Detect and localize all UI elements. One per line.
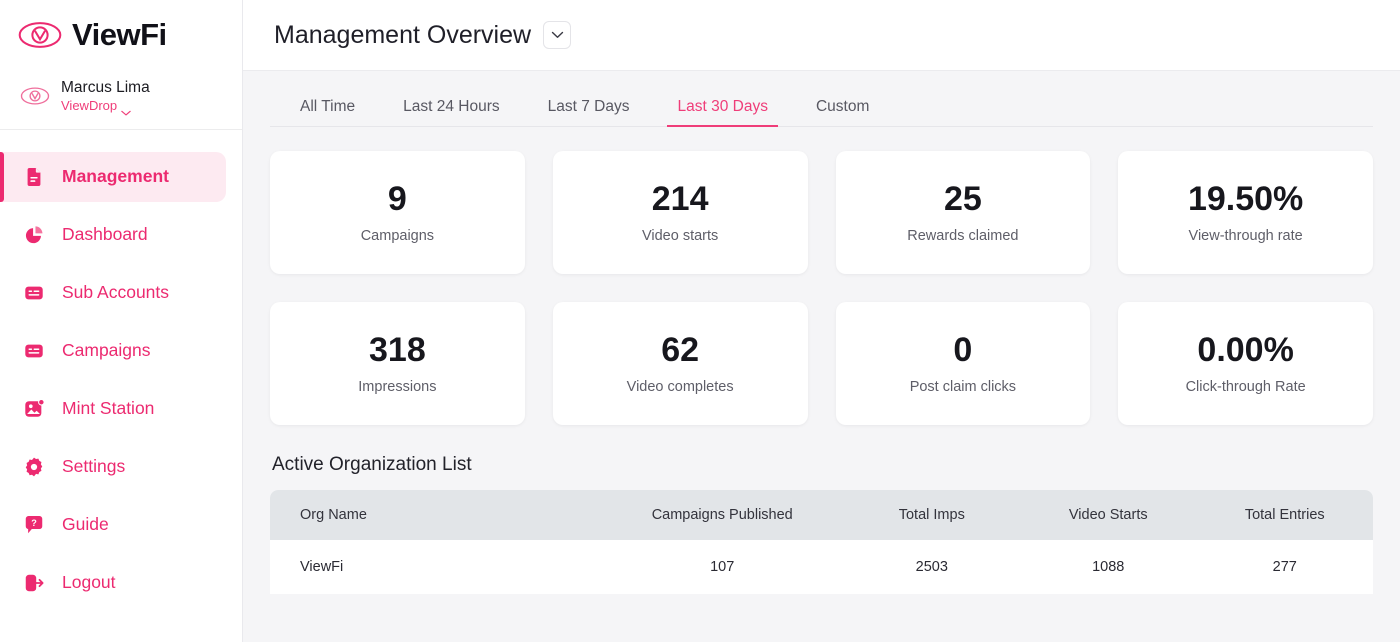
- app-root: ViewFi Marcus Lima ViewDrop: [0, 0, 1400, 642]
- user-org-label: ViewDrop: [61, 98, 117, 114]
- sidebar-nav: Management Dashboard: [0, 130, 242, 612]
- org-table-head: Org Name Campaigns Published Total Imps …: [270, 490, 1373, 540]
- metric-label: Campaigns: [361, 228, 434, 244]
- column-header-total-entries[interactable]: Total Entries: [1196, 490, 1373, 540]
- metric-card-video-completes: 62 Video completes: [553, 302, 808, 425]
- card-list-icon: [22, 281, 46, 305]
- tab-all-time[interactable]: All Time: [276, 99, 379, 127]
- org-table-wrapper: Org Name Campaigns Published Total Imps …: [270, 490, 1373, 594]
- org-table: Org Name Campaigns Published Total Imps …: [270, 490, 1373, 594]
- metric-card-video-starts: 214 Video starts: [553, 151, 808, 274]
- user-org[interactable]: ViewDrop: [61, 98, 150, 114]
- metric-label: View-through rate: [1189, 228, 1303, 244]
- section-title-active-organization-list: Active Organization List: [272, 454, 1373, 476]
- column-header-total-imps[interactable]: Total Imps: [844, 490, 1020, 540]
- metric-card-grid: 9 Campaigns 214 Video starts 25 Rewards …: [270, 151, 1373, 425]
- user-name: Marcus Lima: [61, 78, 150, 97]
- logout-icon: [22, 571, 46, 595]
- sidebar-item-label: Mint Station: [62, 398, 154, 419]
- sidebar-item-settings[interactable]: Settings: [0, 442, 226, 492]
- metric-card-post-claim-clicks: 0 Post claim clicks: [836, 302, 1091, 425]
- sidebar-item-management[interactable]: Management: [0, 152, 226, 202]
- metric-value: 318: [369, 333, 426, 367]
- metric-card-rewards-claimed: 25 Rewards claimed: [836, 151, 1091, 274]
- sidebar-item-mint-station[interactable]: Mint Station: [0, 384, 226, 434]
- gear-icon: [22, 455, 46, 479]
- metric-label: Post claim clicks: [910, 379, 1016, 395]
- svg-text:?: ?: [31, 518, 37, 528]
- pie-chart-icon: [22, 223, 46, 247]
- brand[interactable]: ViewFi: [0, 0, 242, 70]
- metric-label: Rewards claimed: [907, 228, 1018, 244]
- sidebar-item-label: Logout: [62, 572, 116, 593]
- chevron-down-icon: [551, 26, 564, 44]
- cell-total-imps: 2503: [844, 540, 1020, 594]
- cell-total-entries: 277: [1196, 540, 1373, 594]
- metric-card-view-through-rate: 19.50% View-through rate: [1118, 151, 1373, 274]
- tab-last-24-hours[interactable]: Last 24 Hours: [379, 99, 524, 127]
- sidebar: ViewFi Marcus Lima ViewDrop: [0, 0, 243, 642]
- org-table-body: ViewFi 107 2503 1088 277: [270, 540, 1373, 594]
- metric-label: Video starts: [642, 228, 718, 244]
- page-title: Management Overview: [274, 21, 531, 50]
- brand-name: ViewFi: [72, 17, 167, 53]
- content-area: All Time Last 24 Hours Last 7 Days Last …: [243, 71, 1400, 642]
- tab-custom[interactable]: Custom: [792, 99, 893, 127]
- eye-icon: [20, 84, 50, 108]
- column-header-video-starts[interactable]: Video Starts: [1020, 490, 1196, 540]
- table-header-row: Org Name Campaigns Published Total Imps …: [270, 490, 1373, 540]
- sidebar-item-label: Dashboard: [62, 224, 148, 245]
- metric-label: Video completes: [627, 379, 734, 395]
- tab-last-7-days[interactable]: Last 7 Days: [524, 99, 654, 127]
- metric-label: Click-through Rate: [1186, 379, 1306, 395]
- cell-video-starts: 1088: [1020, 540, 1196, 594]
- sidebar-item-label: Sub Accounts: [62, 282, 169, 303]
- metric-value: 25: [944, 182, 982, 216]
- metric-card-click-through-rate: 0.00% Click-through Rate: [1118, 302, 1373, 425]
- topbar: Management Overview: [243, 0, 1400, 71]
- document-icon: [22, 165, 46, 189]
- card-list-icon: [22, 339, 46, 363]
- question-chat-icon: ?: [22, 513, 46, 537]
- cell-org-name: ViewFi: [270, 540, 601, 594]
- sidebar-item-sub-accounts[interactable]: Sub Accounts: [0, 268, 226, 318]
- column-header-org-name[interactable]: Org Name: [270, 490, 601, 540]
- metric-value: 0: [953, 333, 972, 367]
- sidebar-item-label: Campaigns: [62, 340, 151, 361]
- table-row[interactable]: ViewFi 107 2503 1088 277: [270, 540, 1373, 594]
- metric-card-campaigns: 9 Campaigns: [270, 151, 525, 274]
- time-range-tabs: All Time Last 24 Hours Last 7 Days Last …: [270, 71, 1373, 127]
- sidebar-item-label: Settings: [62, 456, 125, 477]
- eye-logo-icon: [18, 20, 62, 50]
- column-header-campaigns-published[interactable]: Campaigns Published: [601, 490, 844, 540]
- metric-card-impressions: 318 Impressions: [270, 302, 525, 425]
- metric-value: 62: [661, 333, 699, 367]
- cell-campaigns-published: 107: [601, 540, 844, 594]
- chevron-down-icon: [121, 104, 131, 110]
- sidebar-item-campaigns[interactable]: Campaigns: [0, 326, 226, 376]
- image-badge-icon: [22, 397, 46, 421]
- sidebar-item-dashboard[interactable]: Dashboard: [0, 210, 226, 260]
- sidebar-item-label: Management: [62, 166, 169, 187]
- metric-value: 19.50%: [1188, 182, 1303, 216]
- sidebar-item-logout[interactable]: Logout: [0, 558, 226, 608]
- sidebar-item-label: Guide: [62, 514, 109, 535]
- sidebar-item-guide[interactable]: ? Guide: [0, 500, 226, 550]
- metric-label: Impressions: [358, 379, 436, 395]
- metric-value: 214: [652, 182, 709, 216]
- metric-value: 9: [388, 182, 407, 216]
- user-block[interactable]: Marcus Lima ViewDrop: [0, 70, 242, 130]
- metric-value: 0.00%: [1197, 333, 1293, 367]
- main-area: Management Overview All Time Last 24 Hou…: [243, 0, 1400, 642]
- page-title-dropdown-button[interactable]: [543, 21, 571, 49]
- tab-last-30-days[interactable]: Last 30 Days: [653, 99, 791, 127]
